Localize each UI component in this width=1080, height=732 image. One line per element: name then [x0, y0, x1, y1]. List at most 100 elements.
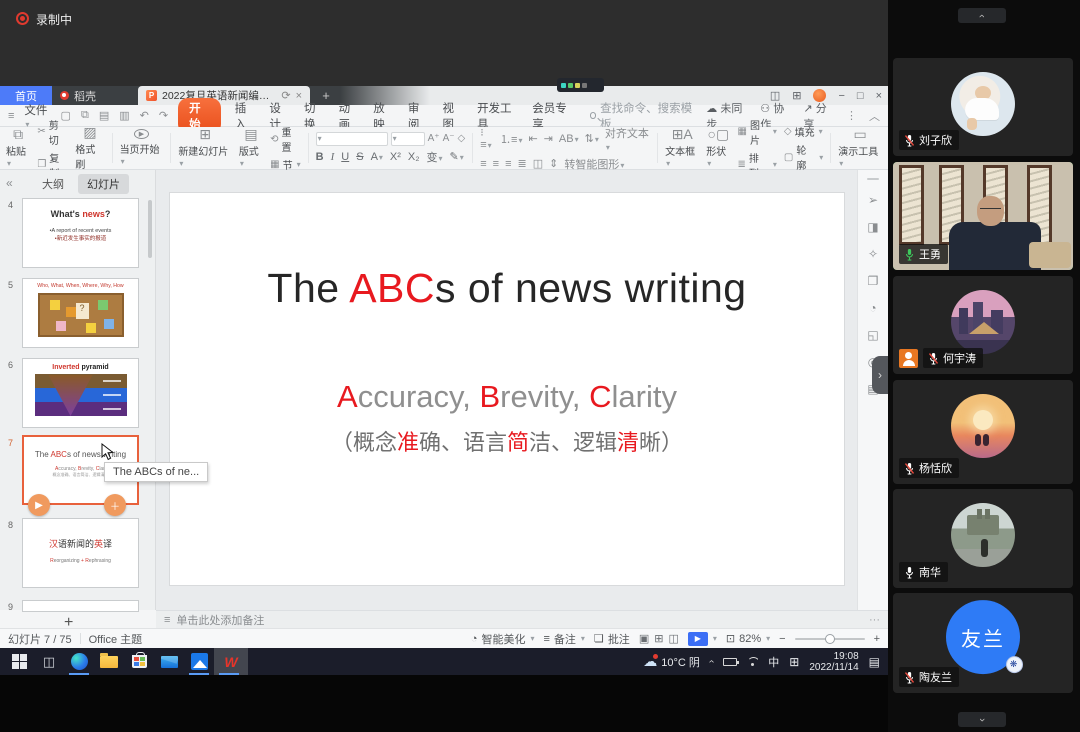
participant-tile[interactable]: 南华: [893, 489, 1073, 588]
scroll-participants-up-button[interactable]: ›: [958, 8, 1006, 23]
align-text-button[interactable]: 对齐文本: [605, 125, 650, 153]
taskbar-explorer[interactable]: [94, 648, 124, 675]
font-color-button[interactable]: A: [371, 151, 383, 163]
export-icon[interactable]: ⧉: [81, 109, 89, 122]
taskbar-edge[interactable]: [64, 648, 94, 675]
comments-button[interactable]: ❏批注: [594, 631, 630, 647]
align-left-icon[interactable]: ≡: [480, 158, 486, 170]
decrease-indent-button[interactable]: ⇤: [528, 132, 537, 145]
normal-view-icon[interactable]: ▣: [639, 632, 649, 645]
effects-icon[interactable]: ✧: [868, 247, 878, 261]
layout-button[interactable]: ▤版式: [239, 130, 263, 166]
slide-thumbnail-4[interactable]: What's news? •A report of recent events …: [22, 198, 139, 268]
slide-subtitle-chinese[interactable]: （概念准确、语言简洁、逻辑清晰）: [170, 425, 844, 457]
ime-grid-icon[interactable]: ⊞: [789, 655, 799, 669]
quick-tools-icon[interactable]: ➢: [868, 193, 878, 207]
slide-thumbnail-5[interactable]: Who, What, When, Where, Why, How ?: [22, 278, 139, 348]
sorter-view-icon[interactable]: ⊞: [654, 632, 663, 645]
theme-name[interactable]: Office 主题: [89, 631, 143, 647]
picture-button[interactable]: ▦图片: [738, 117, 777, 147]
font-name-combo[interactable]: [316, 132, 388, 146]
shrink-font-icon[interactable]: A⁻: [443, 133, 455, 144]
char-spacing-button[interactable]: AB: [559, 133, 579, 145]
taskbar-wps[interactable]: W: [214, 648, 248, 675]
participant-tile[interactable]: 刘子欣: [893, 58, 1073, 156]
shapes-button[interactable]: ○▢形状: [706, 130, 730, 166]
slide-thumbnail-8[interactable]: 汉语新闻的英译 Reorganizing + Rephrasing: [22, 518, 139, 588]
format-painter-button[interactable]: ▨格式刷: [75, 130, 104, 166]
underline-button[interactable]: U: [341, 151, 349, 163]
panel-collapse-handle[interactable]: ›: [872, 356, 888, 394]
superscript-button[interactable]: X²: [390, 151, 401, 163]
tab-outline[interactable]: 大纲: [42, 176, 64, 192]
zoom-slider[interactable]: [795, 638, 865, 640]
taskbar-photos[interactable]: [184, 648, 214, 675]
taskbar-mail[interactable]: [154, 648, 184, 675]
slide-title[interactable]: The ABCs of news writing: [170, 265, 844, 312]
slideshow-button[interactable]: ▶: [688, 632, 717, 646]
duplicate-icon[interactable]: ❐: [868, 274, 879, 288]
outline-button[interactable]: ▢轮廓: [784, 142, 823, 172]
cut-button[interactable]: ✂剪切: [37, 117, 68, 147]
strikethrough-button[interactable]: S: [356, 151, 363, 163]
numbering-button[interactable]: ⒈≡: [500, 131, 522, 147]
line-spacing-icon[interactable]: ⇕: [549, 157, 558, 170]
slide-thumbnail-6[interactable]: Inverted pyramid: [22, 358, 139, 428]
ime-indicator[interactable]: 中: [768, 654, 779, 670]
slide-thumbnail-9[interactable]: [22, 600, 139, 612]
bold-button[interactable]: B: [316, 151, 324, 163]
add-slide-quick-button[interactable]: ＋: [104, 494, 126, 516]
taskbar-store[interactable]: [124, 648, 154, 675]
presentation-tools-button[interactable]: ▭演示工具: [838, 130, 882, 166]
zoom-in-button[interactable]: +: [874, 633, 880, 645]
play-slide-button[interactable]: ▶: [28, 494, 50, 516]
participant-tile[interactable]: 友兰 ❋ 陶友兰: [893, 593, 1073, 693]
notes-more-icon[interactable]: ···: [869, 614, 880, 626]
battery-icon[interactable]: [723, 658, 737, 666]
smart-beautify-button[interactable]: ◔智能美化: [471, 631, 535, 647]
paste-button[interactable]: ⧉粘贴: [6, 130, 30, 166]
hamburger-icon[interactable]: ≡: [8, 110, 14, 122]
grow-font-icon[interactable]: A⁺: [428, 133, 440, 144]
italic-button[interactable]: I: [331, 151, 335, 163]
floating-meeting-toolbar[interactable]: [557, 78, 604, 92]
align-center-icon[interactable]: ≡: [493, 158, 499, 170]
clear-format-icon[interactable]: ◇: [458, 133, 466, 144]
current-slide[interactable]: The ABCs of news writing Accuracy, Brevi…: [170, 193, 844, 585]
print-icon[interactable]: ▤: [99, 109, 109, 122]
more-menu-icon[interactable]: ⋮: [846, 109, 857, 122]
highlight-button[interactable]: ✎: [450, 150, 464, 163]
task-view-button[interactable]: ◫: [34, 648, 64, 675]
participant-tile[interactable]: 杨恬欣: [893, 380, 1073, 484]
notification-center-icon[interactable]: ▤: [869, 655, 880, 669]
play-from-current-button[interactable]: ▶当页开始: [120, 130, 164, 166]
start-button[interactable]: [4, 648, 34, 675]
tab-slides[interactable]: 幻灯片: [78, 174, 129, 194]
reading-view-icon[interactable]: ◫: [668, 632, 678, 645]
textbox-button[interactable]: ⊞A文本框: [665, 130, 699, 166]
clock[interactable]: 19:082022/11/14: [809, 651, 858, 673]
zoom-slider-handle[interactable]: [825, 634, 835, 644]
preview-icon[interactable]: ▥: [119, 109, 129, 122]
tray-expand-icon[interactable]: ›: [706, 660, 717, 663]
bullets-button[interactable]: ⁝≡: [480, 126, 494, 151]
line-sort-button[interactable]: ⇅: [585, 132, 599, 145]
increase-indent-button[interactable]: ⇥: [544, 132, 553, 145]
font-size-combo[interactable]: [391, 132, 425, 146]
text-effects-button[interactable]: 变: [427, 149, 443, 165]
columns-icon[interactable]: ◫: [533, 157, 543, 170]
crop-icon[interactable]: ◱: [867, 328, 878, 342]
fold-ribbon-icon[interactable]: ︿: [869, 108, 880, 124]
tab-docer[interactable]: 稻壳: [52, 86, 104, 105]
notes-toggle-button[interactable]: ≡备注: [544, 631, 585, 647]
zoom-out-button[interactable]: −: [779, 633, 785, 645]
fill-button[interactable]: ◇填充: [784, 124, 823, 139]
subscript-button[interactable]: X₂: [408, 151, 420, 163]
participant-tile[interactable]: 何宇涛: [893, 276, 1073, 374]
scroll-participants-down-button[interactable]: ›: [958, 712, 1006, 727]
redo-icon[interactable]: ↷: [159, 109, 168, 122]
properties-icon[interactable]: ◨: [867, 220, 878, 234]
undo-icon[interactable]: ↶: [140, 109, 149, 122]
reset-button[interactable]: ⟲重置: [270, 124, 301, 154]
weather-widget[interactable]: ☁10°C 阴: [643, 653, 700, 670]
